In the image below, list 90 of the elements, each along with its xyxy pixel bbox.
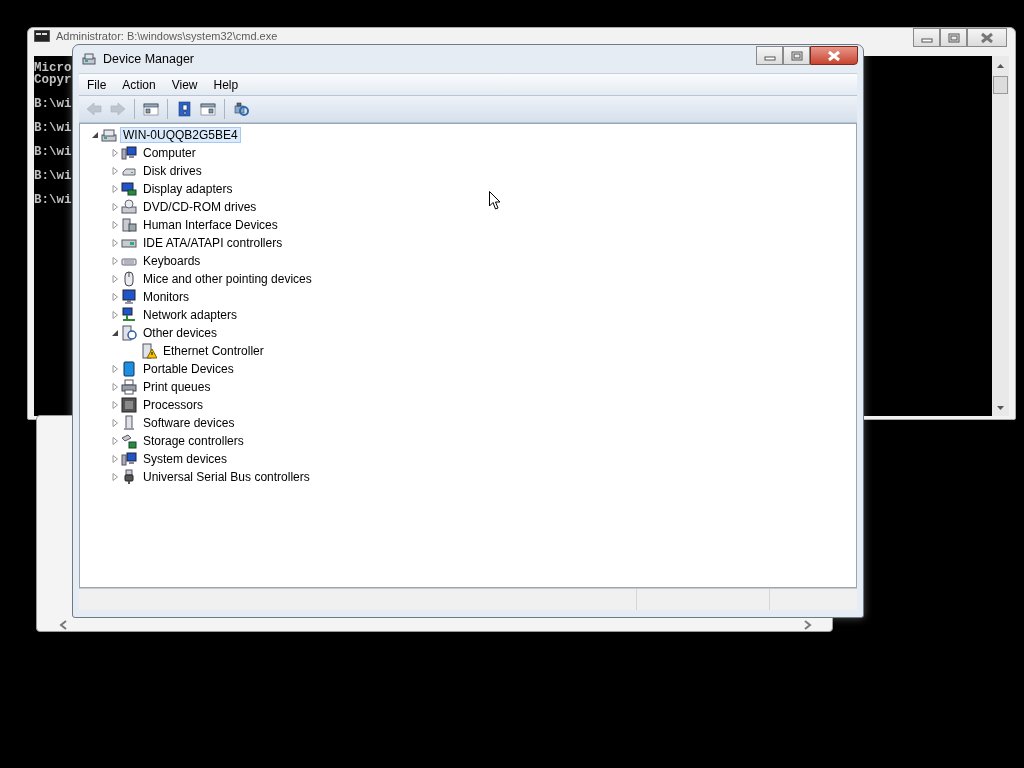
expand-arrow-icon[interactable] — [111, 437, 119, 445]
tree-item[interactable]: Computer — [140, 145, 199, 161]
tree-item[interactable]: Print queues — [140, 379, 214, 395]
close-button[interactable] — [810, 46, 858, 65]
scroll-thumb[interactable] — [993, 76, 1008, 94]
expand-arrow-icon[interactable] — [111, 149, 119, 157]
console-line: B:\wi — [34, 169, 72, 183]
expand-arrow-icon[interactable] — [111, 257, 119, 265]
console-line: B:\wi — [34, 145, 72, 159]
expand-arrow-icon[interactable] — [111, 203, 119, 211]
storage-controller-icon — [121, 433, 137, 449]
usb-plug-icon — [121, 469, 137, 485]
minimize-button[interactable] — [913, 28, 940, 47]
unknown-device-icon — [121, 325, 137, 341]
printer-icon — [121, 379, 137, 395]
tree-item[interactable]: Mice and other pointing devices — [140, 271, 315, 287]
tree-item[interactable]: Human Interface Devices — [140, 217, 281, 233]
tree-item[interactable]: DVD/CD-ROM drives — [140, 199, 260, 215]
console-line: B:\wi — [34, 193, 72, 207]
tree-item[interactable]: IDE ATA/ATAPI controllers — [140, 235, 286, 251]
tree-item[interactable]: Disk drives — [140, 163, 205, 179]
scroll-left-icon[interactable] — [59, 620, 69, 630]
expand-arrow-icon[interactable] — [111, 167, 119, 175]
window-title: Device Manager — [103, 50, 194, 68]
expand-arrow-icon[interactable] — [111, 383, 119, 391]
tree-item[interactable]: Portable Devices — [140, 361, 237, 377]
system-device-icon — [121, 451, 137, 467]
tree-item[interactable]: WIN-0UQQB2G5BE4 — [120, 127, 241, 143]
tree-item[interactable]: Ethernet Controller — [160, 343, 267, 359]
scrollbar[interactable] — [992, 56, 1009, 416]
computer-icon — [121, 145, 137, 161]
maximize-icon[interactable] — [788, 48, 805, 63]
console-line: B:\wi — [34, 97, 72, 111]
menu-item[interactable]: Action — [114, 73, 164, 96]
expand-arrow-icon[interactable] — [111, 365, 119, 373]
monitor-icon — [121, 289, 137, 305]
expand-arrow-icon[interactable] — [111, 401, 119, 409]
maximize-button[interactable] — [940, 28, 967, 47]
expand-arrow-icon[interactable] — [111, 185, 119, 193]
maximize-button[interactable] — [783, 46, 810, 65]
tree-item[interactable]: System devices — [140, 451, 231, 467]
pane-icon[interactable] — [199, 100, 217, 118]
expand-arrow-icon[interactable] — [111, 419, 119, 427]
maximize-icon[interactable] — [945, 30, 962, 45]
expand-arrow-icon[interactable] — [111, 275, 119, 283]
tree-item[interactable]: Keyboards — [140, 253, 204, 269]
console-line: Copyr — [34, 73, 72, 87]
collapse-arrow-icon[interactable] — [111, 329, 119, 337]
expand-arrow-icon[interactable] — [111, 221, 119, 229]
tree-item[interactable]: Other devices — [140, 325, 221, 341]
console-line: B:\wi — [34, 121, 72, 135]
pane-icon[interactable] — [142, 100, 160, 118]
tree-item[interactable]: Universal Serial Bus controllers — [140, 469, 313, 485]
console-line: Micro — [34, 61, 72, 75]
tree-item[interactable]: Processors — [140, 397, 207, 413]
help-icon[interactable] — [175, 100, 193, 118]
mouse-icon — [121, 271, 137, 287]
scan-hardware-icon[interactable] — [232, 100, 250, 118]
expand-arrow-icon[interactable] — [111, 239, 119, 247]
software-device-icon — [121, 415, 137, 431]
menu-item[interactable]: View — [163, 73, 206, 96]
mouse-pointer-icon — [489, 191, 501, 210]
close-button[interactable] — [967, 28, 1007, 47]
tree-item[interactable]: Network adapters — [140, 307, 241, 323]
network-icon — [121, 307, 137, 323]
close-icon[interactable] — [979, 30, 995, 45]
window-title: Administrator: B:\windows\system32\cmd.exe — [56, 30, 278, 42]
console-icon — [34, 30, 50, 42]
expand-arrow-icon[interactable] — [111, 311, 119, 319]
close-icon[interactable] — [826, 48, 842, 63]
expand-arrow-icon[interactable] — [111, 293, 119, 301]
tree-item[interactable]: Storage controllers — [140, 433, 247, 449]
tree-item[interactable]: Software devices — [140, 415, 238, 431]
minimize-button[interactable] — [756, 46, 783, 65]
menu-item[interactable]: Help — [205, 73, 247, 96]
computer-icon — [101, 127, 117, 143]
expand-arrow-icon[interactable] — [111, 473, 119, 481]
display-adapter-icon — [121, 181, 137, 197]
optical-drive-icon — [121, 199, 137, 215]
processor-icon — [121, 397, 137, 413]
menu-item[interactable]: File — [79, 73, 115, 96]
collapse-arrow-icon[interactable] — [91, 131, 99, 139]
portable-device-icon — [121, 361, 137, 377]
warning-device-icon — [141, 343, 157, 359]
tree-item[interactable]: Display adapters — [140, 181, 236, 197]
tree-item[interactable]: Monitors — [140, 289, 192, 305]
expand-arrow-icon[interactable] — [111, 455, 119, 463]
scroll-right-icon[interactable] — [802, 620, 812, 630]
input-device-icon — [121, 217, 137, 233]
device-manager-icon — [81, 51, 97, 67]
